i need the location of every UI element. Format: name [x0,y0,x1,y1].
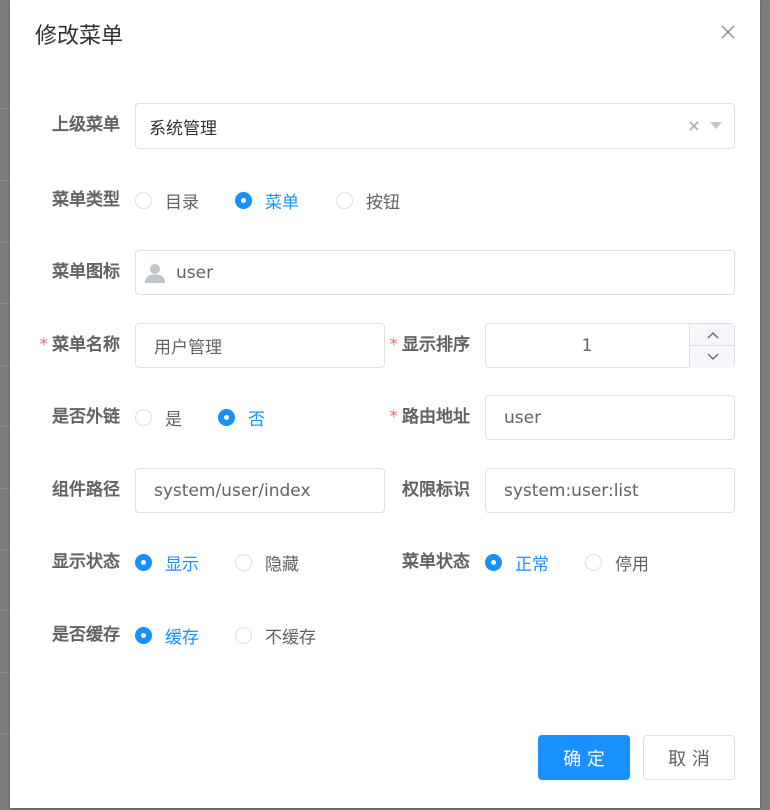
menu-type-label: 菜单类型 [52,190,120,210]
radio-circle [235,626,252,644]
radio-directory[interactable]: 目录 [135,188,199,213]
radio-circle [336,191,353,209]
menu-icon-label: 菜单图标 [52,262,120,282]
user-icon [145,263,165,283]
is-cache-radio-group: 缓存 不缓存 [135,623,316,648]
menu-name-value: 用户管理 [154,338,222,358]
order-num-stepper[interactable]: 1 [485,323,735,368]
radio-yes[interactable]: 是 [135,405,182,430]
menu-icon-value: user [176,262,214,283]
order-num-value[interactable]: 1 [486,324,688,368]
radio-label: 缓存 [165,627,199,648]
edit-menu-dialog: 修改菜单 上级菜单 系统管理 菜单类型 目录 菜单 按钮 菜单图标 user *… [10,0,760,808]
increment-button[interactable] [690,324,735,346]
radio-label: 菜单 [265,192,299,213]
radio-circle [485,553,502,571]
status-label: 菜单状态 [402,552,470,572]
radio-circle [218,408,235,426]
radio-label: 是 [165,409,182,430]
radio-label: 目录 [165,192,199,213]
perms-input[interactable]: system:user:list [485,468,735,513]
visible-radio-group: 显示 隐藏 [135,550,299,575]
clear-icon[interactable] [688,120,700,132]
radio-circle [585,553,602,571]
component-value: system/user/index [154,480,311,501]
chevron-up-icon [707,331,718,338]
close-button[interactable] [718,22,738,42]
radio-disabled[interactable]: 停用 [585,550,649,575]
radio-circle [235,553,252,571]
radio-label: 按钮 [366,192,400,213]
required-asterisk: * [389,407,399,427]
radio-label: 正常 [515,554,549,575]
radio-no[interactable]: 否 [218,405,265,430]
radio-menu[interactable]: 菜单 [235,188,299,213]
route-path-label: * 路由地址 [370,405,471,429]
perms-value: system:user:list [504,480,639,501]
visible-label: 显示状态 [52,552,120,572]
radio-label: 不缓存 [265,627,316,648]
menu-type-radio-group: 目录 菜单 按钮 [135,188,400,213]
radio-normal[interactable]: 正常 [485,550,549,575]
route-path-label-text: 路由地址 [402,407,470,427]
parent-menu-label: 上级菜单 [52,115,120,135]
radio-label: 否 [248,409,265,430]
close-icon [721,25,735,39]
radio-circle [135,553,152,571]
stepper-controls [689,324,735,368]
is-frame-radio-group: 是 否 [135,405,265,430]
radio-cache[interactable]: 缓存 [135,623,199,648]
route-path-value: user [504,407,542,428]
chevron-down-icon [707,353,718,360]
component-label: 组件路径 [52,480,120,500]
radio-label: 停用 [615,554,649,575]
order-num-label: * 显示排序 [370,333,471,357]
radio-label: 显示 [165,554,199,575]
is-cache-label: 是否缓存 [52,625,120,645]
radio-circle [235,191,252,209]
required-asterisk: * [39,335,49,355]
parent-menu-select[interactable]: 系统管理 [135,103,735,149]
radio-hide[interactable]: 隐藏 [235,550,299,575]
cancel-button[interactable]: 取 消 [643,735,735,780]
caret-down-icon[interactable] [710,122,722,130]
is-frame-label: 是否外链 [52,407,120,427]
parent-menu-value: 系统管理 [149,118,217,139]
watermark: CSDN @Xiaoweidumpb [592,785,756,802]
radio-show[interactable]: 显示 [135,550,199,575]
menu-name-input[interactable]: 用户管理 [135,323,385,368]
component-input[interactable]: system/user/index [135,468,385,513]
order-num-label-text: 显示排序 [402,335,470,355]
required-asterisk: * [389,335,399,355]
radio-no-cache[interactable]: 不缓存 [235,623,316,648]
route-path-input[interactable]: user [485,395,735,440]
status-radio-group: 正常 停用 [485,550,649,575]
radio-circle [135,191,152,209]
dialog-title: 修改菜单 [35,24,124,49]
radio-circle [135,626,152,644]
menu-name-label: * 菜单名称 [20,333,121,357]
confirm-button[interactable]: 确 定 [538,735,630,780]
radio-circle [135,408,152,426]
radio-label: 隐藏 [265,554,299,575]
select-icons [688,104,722,148]
decrement-button[interactable] [690,346,735,368]
menu-icon-input[interactable]: user [135,250,735,295]
perms-label: 权限标识 [402,480,470,500]
menu-name-label-text: 菜单名称 [52,335,120,355]
radio-button-type[interactable]: 按钮 [336,188,400,213]
